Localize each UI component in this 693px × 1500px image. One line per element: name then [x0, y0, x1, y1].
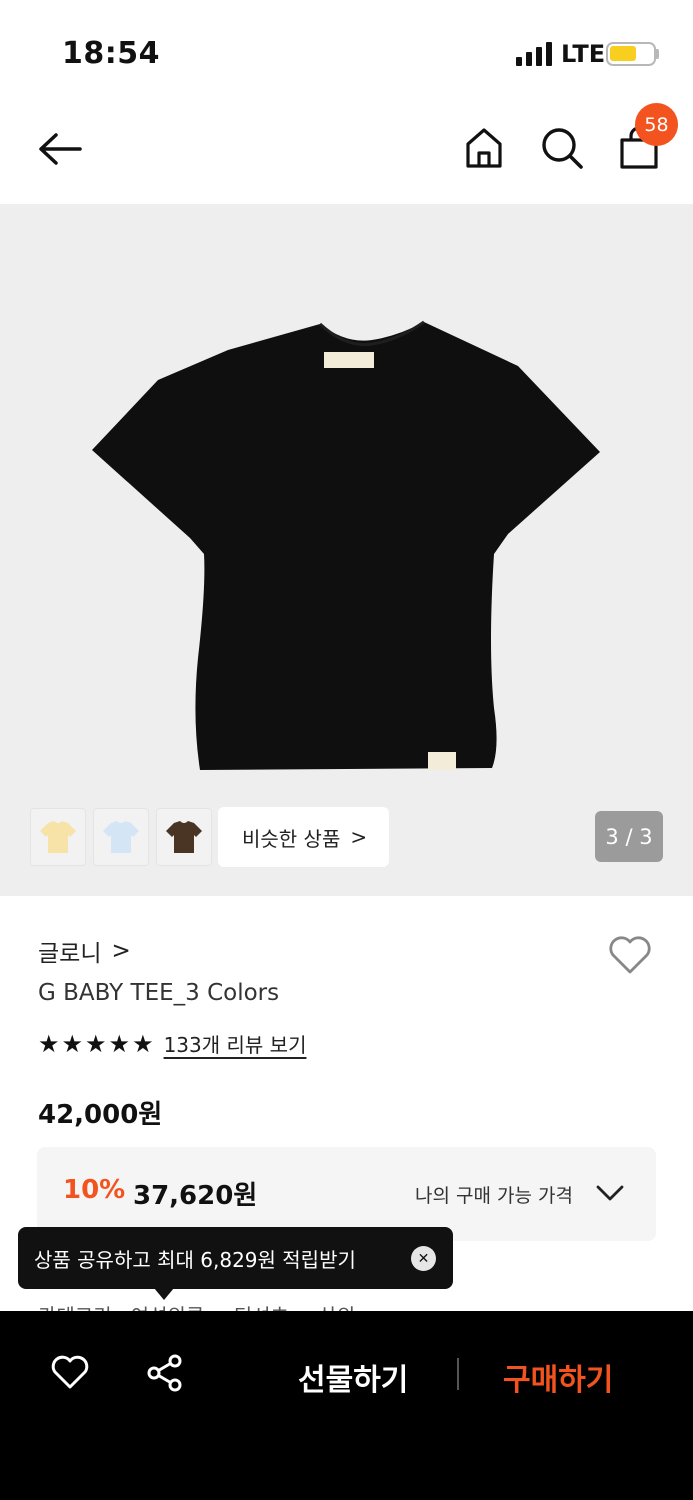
review-link[interactable]: 133개 리뷰 보기	[164, 1029, 307, 1058]
black-tshirt-image	[92, 320, 600, 770]
discount-rate: 10%	[63, 1175, 126, 1205]
signal-icon	[516, 42, 554, 66]
brand-name: 글로니	[38, 941, 102, 967]
search-icon[interactable]	[540, 126, 584, 170]
share-reward-toast: 상품 공유하고 최대 6,829원 적립받기 ✕	[18, 1227, 453, 1289]
toast-tail	[154, 1288, 174, 1300]
close-icon[interactable]: ✕	[411, 1246, 436, 1271]
home-icon[interactable]	[464, 126, 504, 170]
brand-link[interactable]: 글로니 >	[38, 934, 131, 968]
cart-count-badge: 58	[635, 103, 678, 146]
buy-button[interactable]: 구매하기	[503, 1355, 613, 1399]
divider	[457, 1358, 459, 1390]
chevron-right-icon: >	[350, 825, 368, 849]
share-icon[interactable]	[145, 1353, 185, 1393]
status-time: 18:54	[62, 36, 160, 71]
toast-message: 상품 공유하고 최대 6,829원 적립받기	[34, 1247, 356, 1272]
thumbnail-brown[interactable]	[156, 808, 212, 866]
network-label: LTE	[561, 40, 606, 68]
chevron-down-icon[interactable]	[595, 1183, 625, 1203]
battery-icon	[606, 42, 656, 66]
thumbnail-yellow[interactable]	[30, 808, 86, 866]
battery-tip	[656, 49, 659, 59]
similar-products-label: 비슷한 상품	[242, 826, 341, 851]
back-arrow-icon[interactable]	[36, 130, 84, 168]
image-page-indicator: 3 / 3	[595, 811, 663, 862]
brown-tshirt-icon	[166, 821, 202, 853]
blue-tshirt-icon	[103, 821, 139, 853]
yellow-tshirt-icon	[40, 821, 76, 853]
gift-button[interactable]: 선물하기	[298, 1355, 408, 1399]
thumbnail-blue[interactable]	[93, 808, 149, 866]
star-icon: ★	[132, 1029, 154, 1058]
star-icon: ★	[61, 1029, 84, 1058]
status-bar: 18:54 LTE	[0, 0, 693, 100]
list-price: 42,000원	[38, 1100, 163, 1130]
chevron-right-icon: >	[111, 938, 131, 964]
rating-stars: ★ ★ ★ ★ ★	[38, 1032, 154, 1056]
similar-products-button[interactable]: 비슷한 상품 >	[218, 807, 389, 867]
product-image-gallery[interactable]: 비슷한 상품 > 3 / 3	[0, 204, 693, 896]
discount-price: 37,620원	[133, 1181, 258, 1211]
star-icon: ★	[85, 1029, 107, 1058]
nav-bar: 58	[0, 100, 693, 204]
heart-icon[interactable]	[607, 934, 653, 976]
rating-row: ★ ★ ★ ★ ★ 133개 리뷰 보기	[38, 1029, 306, 1058]
my-price-label: 나의 구매 가능 가격	[415, 1185, 573, 1207]
wishlist-heart-icon[interactable]	[50, 1355, 90, 1391]
bottom-action-bar: 선물하기 구매하기	[0, 1311, 693, 1500]
star-icon: ★	[108, 1029, 131, 1058]
product-title: G BABY TEE_3 Colors	[38, 980, 280, 1006]
star-icon: ★	[38, 1029, 60, 1058]
